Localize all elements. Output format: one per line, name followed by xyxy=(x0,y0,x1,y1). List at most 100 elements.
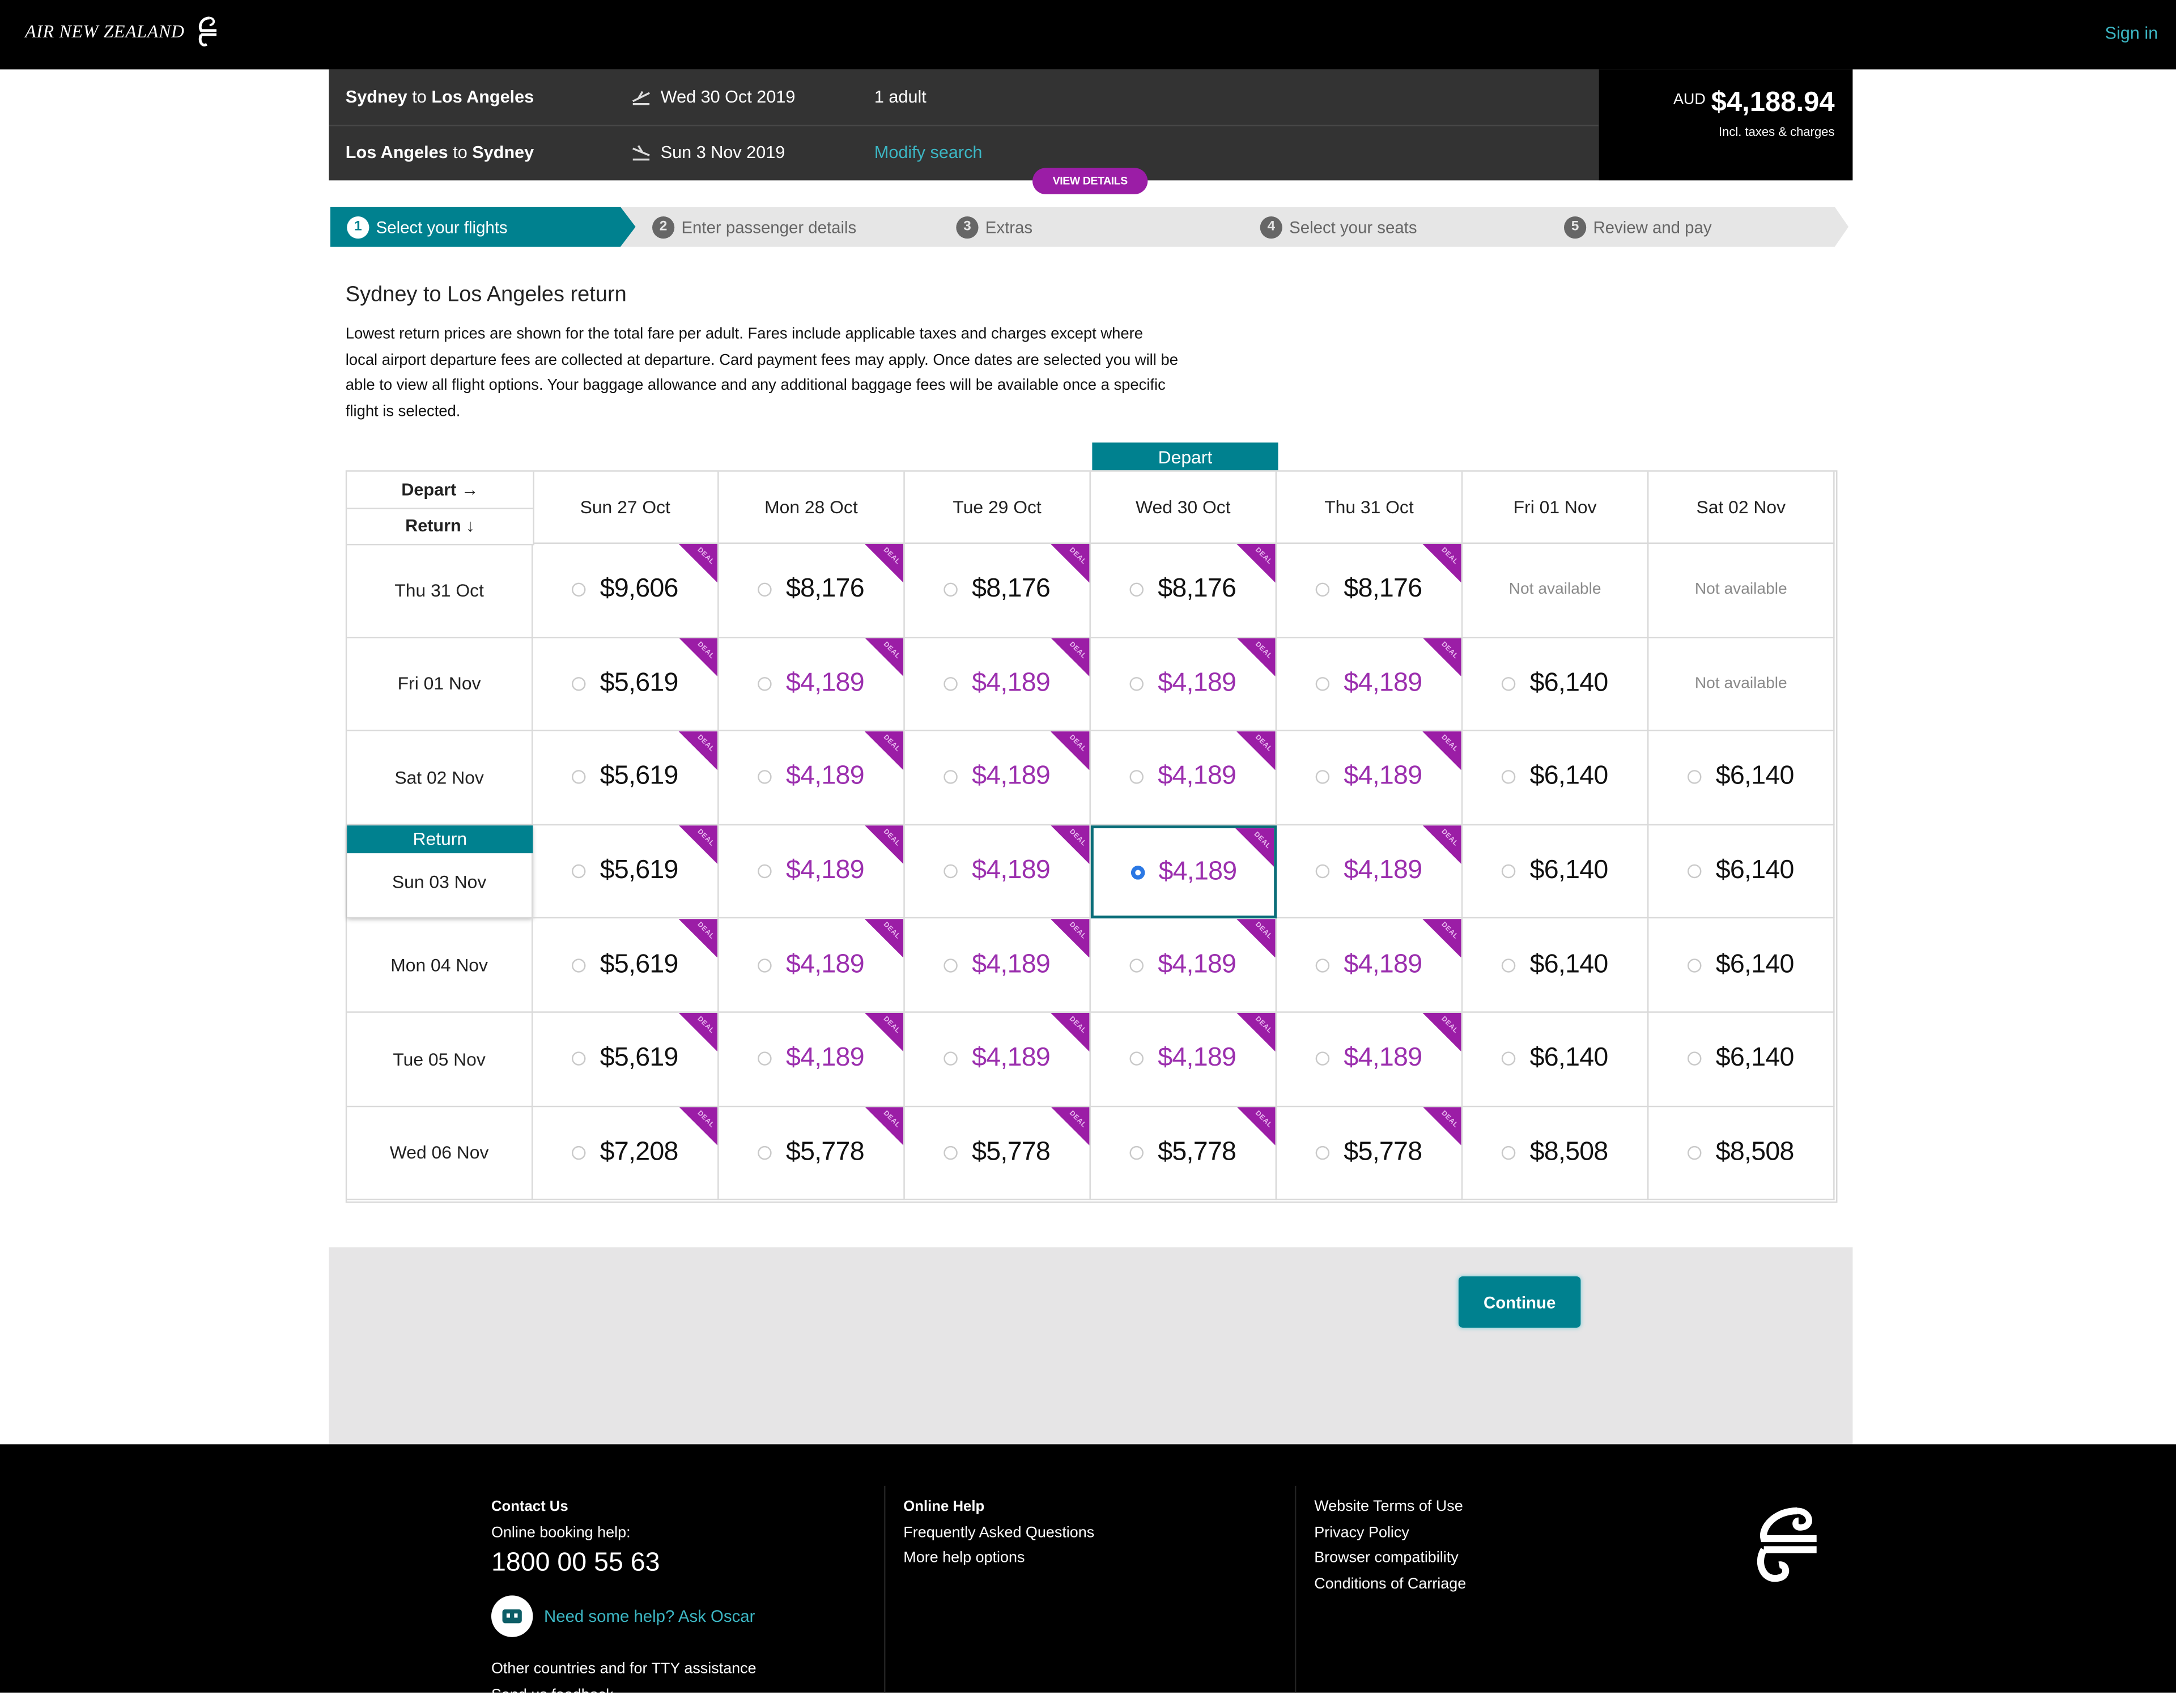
fare-cell[interactable]: $4,189 DEAL xyxy=(904,825,1091,919)
fare-radio[interactable] xyxy=(572,770,586,785)
fare-radio[interactable] xyxy=(944,1145,958,1160)
fare-cell[interactable]: $8,176 DEAL xyxy=(1090,544,1277,638)
fare-radio[interactable] xyxy=(1316,1145,1330,1160)
send-feedback-link[interactable]: Send us feedback xyxy=(491,1682,756,1707)
step-select-flights[interactable]: 1 Select your flights xyxy=(347,207,508,247)
fare-radio[interactable] xyxy=(1688,864,1702,879)
fare-cell[interactable]: $4,189 DEAL xyxy=(1277,1012,1463,1107)
fare-radio[interactable] xyxy=(572,1145,586,1160)
fare-cell[interactable]: $9,606 DEAL xyxy=(533,544,719,638)
fare-cell[interactable]: $8,176 DEAL xyxy=(1277,544,1463,638)
fare-cell[interactable]: $6,140 xyxy=(1648,731,1835,825)
fare-cell[interactable]: $8,508 xyxy=(1463,1106,1649,1200)
fare-cell[interactable]: $4,189 DEAL xyxy=(719,731,905,825)
fare-radio[interactable] xyxy=(572,958,586,972)
fare-cell[interactable]: $4,189 DEAL xyxy=(1277,637,1463,732)
fare-cell[interactable]: $4,189 DEAL xyxy=(904,919,1091,1013)
fare-cell[interactable]: $5,619 DEAL xyxy=(533,637,719,732)
fare-radio[interactable] xyxy=(944,583,958,597)
fare-cell[interactable]: $6,140 xyxy=(1463,637,1649,732)
fare-cell[interactable]: $4,189 DEAL xyxy=(719,637,905,732)
fare-cell[interactable]: $4,189 DEAL xyxy=(1090,1012,1277,1107)
fare-cell[interactable]: $8,508 xyxy=(1648,1106,1835,1200)
fare-radio[interactable] xyxy=(944,958,958,972)
view-details-button[interactable]: VIEW DETAILS xyxy=(1032,168,1148,194)
fare-cell[interactable]: $6,140 xyxy=(1463,825,1649,919)
fare-radio[interactable] xyxy=(1316,770,1330,785)
faq-link[interactable]: Frequently Asked Questions xyxy=(903,1520,1094,1545)
modify-search-link[interactable]: Modify search xyxy=(874,143,983,162)
fare-cell[interactable]: $4,189 DEAL xyxy=(1090,825,1277,919)
fare-radio[interactable] xyxy=(1688,1052,1702,1066)
fare-cell[interactable]: $4,189 DEAL xyxy=(719,1012,905,1107)
fare-radio[interactable] xyxy=(1502,864,1516,879)
fare-radio[interactable] xyxy=(1316,583,1330,597)
terms-of-use-link[interactable]: Website Terms of Use xyxy=(1314,1494,1466,1520)
tty-assistance-link[interactable]: Other countries and for TTY assistance xyxy=(491,1656,756,1682)
fare-radio[interactable] xyxy=(1688,958,1702,972)
fare-cell[interactable]: $4,189 DEAL xyxy=(719,825,905,919)
fare-cell[interactable]: $4,189 DEAL xyxy=(1277,919,1463,1013)
fare-cell[interactable]: $6,140 xyxy=(1463,1012,1649,1107)
fare-radio[interactable] xyxy=(1502,1145,1516,1160)
fare-radio[interactable] xyxy=(758,676,772,691)
fare-radio[interactable] xyxy=(1316,676,1330,691)
fare-radio[interactable] xyxy=(572,583,586,597)
conditions-of-carriage-link[interactable]: Conditions of Carriage xyxy=(1314,1571,1466,1596)
air-new-zealand-logo[interactable]: AIR NEW ZEALAND xyxy=(25,14,219,50)
privacy-policy-link[interactable]: Privacy Policy xyxy=(1314,1520,1466,1545)
fare-radio[interactable] xyxy=(1316,864,1330,879)
fare-radio[interactable] xyxy=(1502,676,1516,691)
ask-oscar-link[interactable]: Need some help? Ask Oscar xyxy=(544,1603,755,1629)
fare-radio[interactable] xyxy=(1130,770,1144,785)
fare-cell[interactable]: $4,189 DEAL xyxy=(904,1012,1091,1107)
fare-radio[interactable] xyxy=(758,958,772,972)
fare-cell[interactable]: $5,619 DEAL xyxy=(533,919,719,1013)
fare-radio[interactable] xyxy=(572,864,586,879)
fare-radio[interactable] xyxy=(758,1145,772,1160)
fare-cell[interactable]: $5,778 DEAL xyxy=(904,1106,1091,1200)
fare-radio[interactable] xyxy=(758,1052,772,1066)
fare-radio[interactable] xyxy=(944,1052,958,1066)
fare-radio[interactable] xyxy=(1316,1052,1330,1066)
fare-cell[interactable]: $6,140 xyxy=(1648,825,1835,919)
fare-radio[interactable] xyxy=(758,864,772,879)
fare-radio[interactable] xyxy=(1130,1052,1144,1066)
fare-cell[interactable]: $4,189 DEAL xyxy=(1277,825,1463,919)
fare-cell[interactable]: $5,778 DEAL xyxy=(719,1106,905,1200)
fare-radio[interactable] xyxy=(758,770,772,785)
sign-in-link[interactable]: Sign in xyxy=(2105,24,2158,43)
fare-cell[interactable]: $5,619 DEAL xyxy=(533,1012,719,1107)
fare-cell[interactable]: $5,619 DEAL xyxy=(533,825,719,919)
fare-cell[interactable]: $5,619 DEAL xyxy=(533,731,719,825)
fare-radio[interactable] xyxy=(1688,1145,1702,1160)
fare-cell[interactable]: $4,189 DEAL xyxy=(904,637,1091,732)
fare-cell[interactable]: $7,208 DEAL xyxy=(533,1106,719,1200)
fare-cell[interactable]: $5,778 DEAL xyxy=(1090,1106,1277,1200)
fare-cell[interactable]: $5,778 DEAL xyxy=(1277,1106,1463,1200)
fare-radio[interactable] xyxy=(1688,770,1702,785)
more-help-link[interactable]: More help options xyxy=(903,1545,1094,1571)
fare-radio[interactable] xyxy=(944,770,958,785)
fare-radio[interactable] xyxy=(1130,1145,1144,1160)
fare-cell[interactable]: $4,189 DEAL xyxy=(1090,919,1277,1013)
fare-radio[interactable] xyxy=(758,583,772,597)
fare-radio[interactable] xyxy=(1502,958,1516,972)
fare-cell[interactable]: $8,176 DEAL xyxy=(904,544,1091,638)
fare-radio[interactable] xyxy=(944,864,958,879)
fare-cell[interactable]: $4,189 DEAL xyxy=(719,919,905,1013)
fare-radio[interactable] xyxy=(1502,770,1516,785)
fare-radio[interactable] xyxy=(1130,865,1145,879)
fare-cell[interactable]: $4,189 DEAL xyxy=(1090,731,1277,825)
fare-radio[interactable] xyxy=(944,676,958,691)
fare-radio[interactable] xyxy=(572,1052,586,1066)
fare-radio[interactable] xyxy=(1130,958,1144,972)
fare-radio[interactable] xyxy=(572,676,586,691)
fare-cell[interactable]: $8,176 DEAL xyxy=(719,544,905,638)
fare-cell[interactable]: $4,189 DEAL xyxy=(1090,637,1277,732)
fare-radio[interactable] xyxy=(1130,676,1144,691)
fare-cell[interactable]: $6,140 xyxy=(1648,1012,1835,1107)
continue-button[interactable]: Continue xyxy=(1458,1276,1581,1328)
fare-radio[interactable] xyxy=(1316,958,1330,972)
fare-cell[interactable]: $4,189 DEAL xyxy=(1277,731,1463,825)
